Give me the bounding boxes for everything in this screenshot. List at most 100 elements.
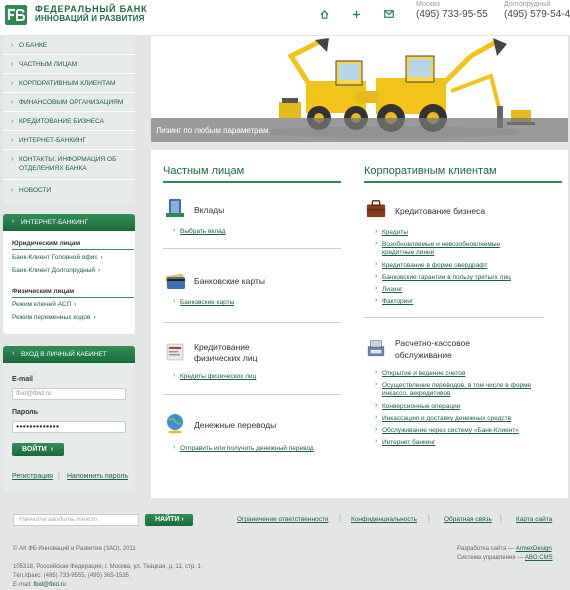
bank-cards-title[interactable]: Банковские карты xyxy=(194,276,265,287)
sidebar-item-label: Кредитование бизнеса xyxy=(19,118,105,125)
chevron-right-icon: › xyxy=(12,350,15,357)
banner-caption: Лизинг по любым параметрам. xyxy=(156,126,271,135)
personal-credits-link[interactable]: Кредиты физических лиц xyxy=(180,373,256,381)
mail-icon[interactable] xyxy=(384,10,394,20)
open-accounts-link[interactable]: Открытие и ведение счетов xyxy=(382,370,465,378)
variable-codes-mode-link[interactable]: Режим переменных кодов › xyxy=(12,314,96,321)
business-credit-title[interactable]: Кредитование бизнеса xyxy=(395,206,485,217)
chevron-right-icon: › xyxy=(11,118,14,125)
sidebar-item-contacts[interactable]: › Контакты, информация об отделениях банка xyxy=(3,150,135,180)
sidebar-item-financial[interactable]: › Финансовым организациям xyxy=(3,93,135,112)
sidebar-item-news[interactable]: › Новости xyxy=(3,181,135,200)
register-link[interactable]: Регистрация xyxy=(12,473,53,480)
internet-banking-link[interactable]: Интернет банкинг xyxy=(382,439,435,447)
chevron-right-icon: › xyxy=(173,227,176,234)
sidebar-item-label: Частным лицам xyxy=(19,61,78,68)
bank-client-service-link[interactable]: Обслуживание через систему «Банк-Клиент» xyxy=(382,427,519,435)
personal-credit-title-line1[interactable]: Кредитование xyxy=(194,342,250,353)
phone-dolgoprudny: (495) 579-54-40 xyxy=(504,9,570,20)
chevron-right-icon: › xyxy=(11,156,14,163)
developer-credit: Разработка сайта — ArmexDesign xyxy=(457,546,552,552)
overdraft-link[interactable]: Кредитование в форме овердрафт xyxy=(382,262,487,270)
bank-cards-link[interactable]: Банковские карты xyxy=(180,299,234,307)
sidebar-item-corporate[interactable]: › Корпоративным клиентам xyxy=(3,74,135,93)
credits-link[interactable]: Кредиты xyxy=(382,229,408,237)
sidebar-item-business-credit[interactable]: › Кредитование бизнеса xyxy=(3,112,135,131)
sitemap-link[interactable]: Карта сайта xyxy=(516,516,552,523)
privacy-link[interactable]: Конфиденциальность xyxy=(351,516,417,523)
home-icon[interactable] xyxy=(319,10,329,20)
divider xyxy=(12,249,134,250)
cash-services-title-line2[interactable]: обслуживание xyxy=(395,350,452,361)
credit-lines-link-line2[interactable]: кредитные линии xyxy=(382,249,434,257)
bank-guarantees-link[interactable]: Банковские гарантии в пользу третьих лиц xyxy=(382,274,511,282)
sidebar-item-label: отделениях банка xyxy=(19,165,87,172)
city-dolgoprudny: Долгопрудный xyxy=(504,1,551,8)
link-separator: | xyxy=(500,515,502,522)
transfers-link-line2[interactable]: инкассо, аккредитивов xyxy=(382,390,451,398)
credit-lines-link-line1[interactable]: Возобновляемые и невозобновляемые xyxy=(382,241,500,249)
link-separator: | xyxy=(339,515,341,522)
email-link[interactable]: fbid@fbid.ru xyxy=(33,582,65,588)
login-button[interactable]: ВОЙТИ › xyxy=(12,443,64,456)
sidebar-item-internet-banking[interactable]: › Интернет-банкинг xyxy=(3,131,135,150)
sidebar-item-label: О банке xyxy=(19,42,48,49)
cash-collection-link[interactable]: Инкассацию и доставку денежных средств xyxy=(382,415,511,423)
copyright: © АК ФБ Инноваций и Развития (ЗАО), 2011 xyxy=(13,546,136,552)
logo-title-line2: ИННОВАЦИЙ И РАЗВИТИЯ xyxy=(35,14,145,23)
individuals-heading: Физическим лицам xyxy=(12,288,75,295)
chevron-right-icon: › xyxy=(375,228,378,235)
choose-deposit-link[interactable]: Выбрать вклад xyxy=(180,228,226,236)
chevron-right-icon: › xyxy=(375,426,378,433)
bank-logo[interactable]: ФЕДЕРАЛЬНЫЙ БАНК ИННОВАЦИЙ И РАЗВИТИЯ xyxy=(3,2,147,28)
cash-services-title-line1[interactable]: Расчетно-кассовое xyxy=(395,338,470,349)
address: 105318, Российская Федерация, г. Москва,… xyxy=(13,564,201,570)
chevron-right-icon: › xyxy=(375,381,378,388)
search-button[interactable]: НАЙТИ › xyxy=(145,514,193,526)
leasing-banner[interactable]: Лизинг по любым параметрам. xyxy=(151,36,568,142)
banner-caption-bar: Лизинг по любым параметрам. xyxy=(151,118,568,142)
phone-fax: Тел./факс: (495) 733-9555, (495) 365-153… xyxy=(13,573,129,579)
factoring-link[interactable]: Факторинг xyxy=(382,298,413,306)
chevron-right-icon: › xyxy=(375,402,378,409)
sidebar-item-about[interactable]: › О банке xyxy=(3,36,135,55)
briefcase-icon xyxy=(366,200,386,218)
personal-credit-title-line2[interactable]: физических лиц xyxy=(194,353,257,364)
password-label: Пароль xyxy=(12,409,39,416)
login-header: › Вход в личный кабинет xyxy=(3,346,135,363)
search-input[interactable]: Начните вводить текст xyxy=(13,514,139,526)
cms-link[interactable]: ABO.CMS xyxy=(525,555,553,561)
internet-banking-header: › Интернет-банкинг xyxy=(3,214,135,231)
asp-keys-mode-link[interactable]: Режим ключей АСП › xyxy=(12,301,76,308)
conversion-link[interactable]: Конверсионные операции xyxy=(382,403,460,411)
chevron-right-icon: › xyxy=(375,261,378,268)
chevron-right-icon: › xyxy=(375,414,378,421)
password-input[interactable]: ●●●●●●●●●●●●● xyxy=(12,421,126,433)
email-input[interactable]: fbid@fbid.ru xyxy=(12,388,126,400)
leasing-link[interactable]: Лизинг xyxy=(382,286,402,294)
send-receive-transfer-link[interactable]: Отправить или получить денежный перевод xyxy=(180,445,314,453)
private-column-title: Частным лицам xyxy=(163,165,245,177)
legal-entities-heading: Юридическим лицам xyxy=(12,240,81,247)
deposit-icon xyxy=(166,199,184,217)
developer-link[interactable]: ArmexDesign xyxy=(516,546,552,552)
transfers-link-line1[interactable]: Осуществление переводов, в том числе в ф… xyxy=(382,382,531,390)
chevron-right-icon: › xyxy=(12,218,15,225)
sidebar-item-label: Корпоративным клиентам xyxy=(19,80,116,87)
globe-transfer-icon xyxy=(167,414,183,434)
remind-password-link[interactable]: Напомнить пароль xyxy=(67,473,128,480)
feedback-link[interactable]: Обратная связь xyxy=(444,516,492,523)
sitemap-icon[interactable] xyxy=(351,10,361,20)
disclaimer-link[interactable]: Ограничение ответственности xyxy=(237,516,329,523)
money-transfers-title[interactable]: Денежные переводы xyxy=(194,420,276,431)
chevron-right-icon: › xyxy=(11,80,14,87)
login-box: › Вход в личный кабинет E-mail fbid@fbid… xyxy=(3,346,135,491)
chevron-right-icon: › xyxy=(375,273,378,280)
link-separator: | xyxy=(58,473,60,480)
bank-client-dolgoprudny-link[interactable]: Банк-Клиент Долгопрудный › xyxy=(12,267,100,274)
site-header: ФЕДЕРАЛЬНЫЙ БАНК ИННОВАЦИЙ И РАЗВИТИЯ Мо… xyxy=(0,0,570,35)
sidebar-item-private[interactable]: › Частным лицам xyxy=(3,55,135,74)
chevron-right-icon: › xyxy=(173,372,176,379)
deposits-title[interactable]: Вклады xyxy=(194,205,224,216)
bank-client-head-office-link[interactable]: Банк-Клиент Головной офис › xyxy=(12,254,103,261)
